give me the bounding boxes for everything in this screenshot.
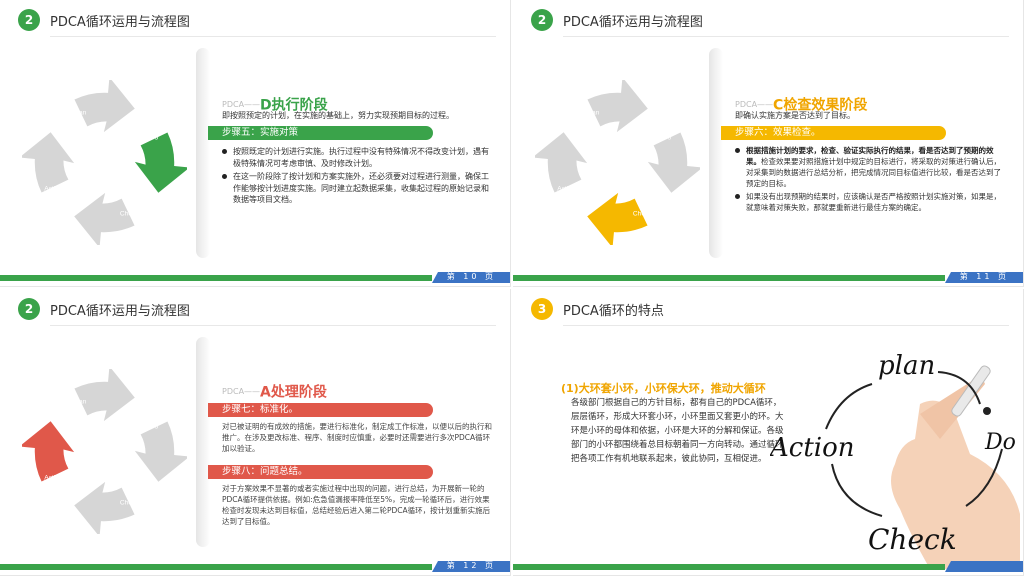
section-badge: 2 [531, 9, 553, 31]
phase-intro: 即确认实施方案是否达到了目标。 [735, 111, 855, 120]
step-pill: 步骤五：实施对策 [208, 126, 433, 140]
step-description: 对于方案效果不显著的或者实施过程中出现的问题，进行总结，为开展新一轮的PDCA循… [222, 484, 491, 526]
word-action: Action [770, 433, 855, 463]
bullet-item: 如果没有出现预期的结果时，应该确认是否严格按照计划实施对策，如果是，就意味着对策… [735, 191, 1007, 213]
cycle-label-do: Do [150, 134, 159, 141]
cycle-label-action: Action [557, 186, 576, 193]
phase-prefix: PDCA—— [222, 387, 261, 396]
page-number: 第 12 页 [446, 561, 496, 570]
cycle-arrow-do [134, 421, 190, 482]
cycle-label-plan: Plan [586, 110, 600, 117]
word-check: Check [868, 523, 957, 556]
divider-shadow [196, 337, 210, 547]
slide-title: PDCA循环运用与流程图 [50, 304, 190, 319]
divider-shadow [196, 48, 210, 258]
cycle-arrow-do [134, 132, 190, 193]
phase-intro: 即按照预定的计划，在实施的基础上，努力实现预期目标的过程。 [222, 111, 454, 120]
slide-pdca-features[interactable]: 3 PDCA循环的特点 (1)大环套小环，小环保大环，推动大循环 各级部门根据自… [513, 289, 1024, 576]
cycle-label-check: Check [120, 210, 139, 217]
section-badge: 2 [18, 298, 40, 320]
cycle-arrow-action [19, 421, 75, 482]
header-divider [563, 325, 1009, 326]
phase-heading: PDCA——A处理阶段 [222, 381, 327, 402]
slide-grid: 2 PDCA循环运用与流程图 Plan Do Check Action PDCA… [0, 0, 1024, 577]
cycle-arrow-check [587, 192, 648, 248]
slide-d-phase[interactable]: 2 PDCA循环运用与流程图 Plan Do Check Action PDCA… [0, 0, 511, 287]
footer-bar [513, 564, 945, 570]
cycle-arrow-action [532, 132, 588, 193]
cycle-label-action: Action [44, 475, 63, 482]
marker-tip-icon [983, 407, 991, 415]
slide-header: 2 PDCA循环运用与流程图 [531, 9, 1009, 37]
bullet-item: 根据措施计划的要求，检查、验证实际执行的结果，看是否达到了预期的效果。检查效果要… [735, 145, 1007, 189]
section-badge: 3 [531, 298, 553, 320]
slide-header: 2 PDCA循环运用与流程图 [18, 298, 496, 326]
cycle-label-check: Check [633, 210, 652, 217]
bullet-item: 在这一阶段除了按计划和方案实施外，还必须要对过程进行测量，确保工作能够按计划进度… [222, 171, 490, 206]
slide-footer [513, 561, 1023, 572]
header-divider [50, 325, 496, 326]
phase-prefix: PDCA—— [735, 100, 774, 109]
step-description: 对已被证明的有成效的措施，要进行标准化，制定成工作标准，以便以后的执行和推广。在… [222, 422, 492, 453]
cycle-arrow-do [647, 132, 703, 193]
section-badge: 2 [18, 9, 40, 31]
slide-header: 2 PDCA循环运用与流程图 [18, 9, 496, 37]
pdca-cycle-diagram: Plan Do Check Action [19, 366, 190, 537]
cycle-arrow-check [74, 192, 135, 248]
slide-c-phase[interactable]: 2 PDCA循环运用与流程图 Plan Do Check Action PDCA… [513, 0, 1024, 287]
feature-subtitle: (1)大环套小环，小环保大环，推动大循环 [561, 382, 766, 395]
arrow-action-to-plan [825, 383, 873, 430]
slide-footer: 第 11 页 [513, 272, 1023, 283]
bullet-list: 按照既定的计划进行实施。执行过程中没有特殊情况不得改变计划，遇有极特殊情况可考虑… [222, 146, 490, 208]
page-tab [945, 561, 1023, 572]
step-pill: 步骤八：问题总结。 [208, 465, 433, 479]
word-plan: plan [878, 351, 935, 381]
slide-header: 3 PDCA循环的特点 [531, 298, 1009, 326]
bullet-item: 按照既定的计划进行实施。执行过程中没有特殊情况不得改变计划，遇有极特殊情况可考虑… [222, 146, 490, 169]
slide-title: PDCA循环运用与流程图 [50, 15, 190, 30]
cycle-label-check: Check [120, 499, 139, 506]
phase-title: A处理阶段 [260, 384, 327, 401]
cycle-label-action: Action [44, 186, 63, 193]
cycle-arrow-plan [587, 77, 648, 133]
divider-shadow [709, 48, 723, 258]
footer-bar [0, 564, 432, 570]
feature-body: 各级部门根据自己的方针目标，都有自己的PDCA循环，层层循环，形成大环套小环，小… [571, 398, 784, 464]
pdca-cycle-diagram: Plan Do Check Action [532, 77, 703, 248]
cycle-label-plan: Plan [73, 110, 87, 117]
bullet-text: 检查效果要对照措施计划中规定的目标进行，将采取的对策进行确认后，对采集到的数据进… [746, 157, 1001, 188]
header-divider [50, 36, 496, 37]
cycle-label-do: Do [663, 134, 672, 141]
slide-footer: 第 12 页 [0, 561, 510, 572]
cycle-arrow-plan [74, 77, 135, 133]
footer-bar [513, 275, 945, 281]
pdca-cycle-diagram: Plan Do Check Action [19, 77, 190, 248]
page-number: 第 10 页 [446, 272, 496, 281]
arrow-check-to-action [831, 463, 883, 517]
word-do: Do [984, 430, 1016, 455]
cycle-label-plan: Plan [73, 399, 87, 406]
footer-bar [0, 275, 432, 281]
slide-title: PDCA循环运用与流程图 [563, 15, 703, 30]
slide-footer: 第 10 页 [0, 272, 510, 283]
header-divider [563, 36, 1009, 37]
page-number: 第 11 页 [959, 272, 1009, 281]
cycle-arrow-plan [74, 366, 135, 422]
cycle-arrow-action [19, 132, 75, 193]
slide-a-phase[interactable]: 2 PDCA循环运用与流程图 Plan Do Check Action PDCA… [0, 289, 511, 576]
cycle-arrow-check [74, 481, 135, 537]
phase-prefix: PDCA—— [222, 100, 261, 109]
bullet-list: 根据措施计划的要求，检查、验证实际执行的结果，看是否达到了预期的效果。检查效果要… [735, 145, 1007, 215]
hand-drawn-cycle-illustration: plan Do Check Action [768, 344, 1020, 569]
cycle-label-do: Do [150, 423, 159, 430]
slide-title: PDCA循环的特点 [563, 304, 664, 319]
step-pill: 步骤七：标准化。 [208, 403, 433, 417]
step-pill: 步骤六：效果检查。 [721, 126, 946, 140]
